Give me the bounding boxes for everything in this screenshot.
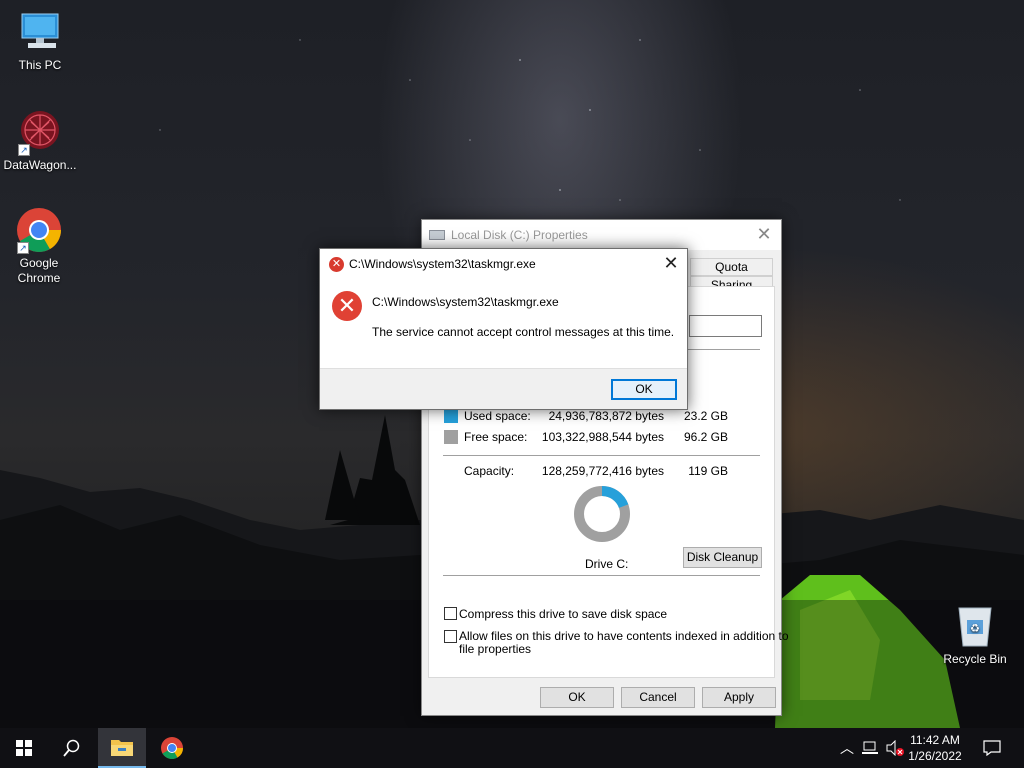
properties-title-bar[interactable]: Local Disk (C:) Properties ✕ — [422, 220, 781, 250]
apply-button[interactable]: Apply — [702, 687, 776, 708]
this-pc-icon — [16, 8, 64, 56]
search-icon — [63, 739, 80, 757]
divider — [443, 455, 760, 456]
error-dialog: ✕ C:\Windows\system32\taskmgr.exe ✕ ✕ C:… — [319, 248, 688, 410]
datawagon-icon: ↗ — [16, 108, 64, 156]
divider — [443, 575, 760, 576]
desktop-icon-this-pc[interactable]: This PC — [0, 8, 80, 73]
free-space-size: 96.2 GB — [683, 430, 728, 444]
notifications-button[interactable] — [976, 728, 1008, 768]
used-space-swatch — [444, 409, 458, 423]
desktop-icon-label: Google Chrome — [17, 256, 61, 285]
error-path: C:\Windows\system32\taskmgr.exe — [372, 295, 559, 309]
drive-label: Drive C: — [585, 557, 629, 571]
disk-usage-donut — [574, 486, 630, 542]
desktop-icon-label: This PC — [18, 58, 62, 72]
network-icon[interactable] — [860, 728, 882, 768]
ok-button[interactable]: OK — [540, 687, 614, 708]
show-hidden-icons-button[interactable]: ︿ — [836, 728, 858, 768]
desktop-icon-recycle-bin[interactable]: ♻ Recycle Bin — [935, 602, 1015, 667]
shortcut-arrow-icon: ↗ — [18, 144, 30, 156]
free-space-bytes: 103,322,988,544 bytes — [541, 430, 664, 444]
used-space-bytes: 24,936,783,872 bytes — [548, 409, 664, 423]
volume-label-input[interactable] — [689, 315, 762, 337]
folder-icon — [111, 740, 133, 756]
free-space-label: Free space: — [464, 430, 528, 444]
recycle-bin-icon: ♻ — [951, 602, 999, 650]
shortcut-arrow-icon: ↗ — [17, 242, 29, 254]
chrome-icon — [161, 737, 183, 759]
notification-icon — [983, 740, 1001, 756]
chrome-icon: ↗ — [15, 206, 63, 254]
index-label-line2: file properties — [459, 642, 532, 656]
error-ok-button[interactable]: OK — [611, 379, 677, 400]
clock-date: 1/26/2022 — [908, 749, 962, 763]
desktop-icon-google-chrome[interactable]: ↗ Google Chrome — [0, 206, 79, 286]
start-button[interactable] — [0, 728, 48, 768]
used-space-label: Used space: — [464, 409, 531, 423]
clock-time: 11:42 AM — [910, 733, 960, 747]
desktop-icon-datawagon[interactable]: ↗ DataWagon... — [0, 108, 80, 173]
used-space-size: 23.2 GB — [683, 409, 728, 423]
cancel-button[interactable]: Cancel — [621, 687, 695, 708]
index-checkbox[interactable] — [444, 630, 457, 643]
properties-title: Local Disk (C:) Properties — [451, 228, 588, 242]
error-message: The service cannot accept control messag… — [372, 325, 675, 339]
volume-muted-icon[interactable] — [884, 728, 906, 768]
disk-cleanup-button[interactable]: Disk Cleanup — [683, 547, 762, 568]
file-explorer-taskbar-button[interactable] — [98, 728, 146, 768]
compress-label: Compress this drive to save disk space — [459, 607, 668, 621]
error-dialog-close-button[interactable]: ✕ — [655, 249, 687, 279]
compress-checkbox[interactable] — [444, 607, 457, 620]
taskbar: ︿ 11:42 AM 1/26/2022 — [0, 728, 1024, 768]
drive-icon — [429, 230, 445, 240]
index-label-line1: Allow files on this drive to have conten… — [459, 629, 789, 643]
chrome-taskbar-button[interactable] — [148, 728, 196, 768]
error-dialog-title: C:\Windows\system32\taskmgr.exe — [349, 257, 536, 271]
capacity-bytes: 128,259,772,416 bytes — [541, 464, 664, 478]
error-dialog-footer: OK — [320, 368, 687, 409]
tab-quota[interactable]: Quota — [690, 258, 773, 276]
capacity-size: 119 GB — [688, 464, 728, 478]
error-icon: ✕ — [332, 291, 362, 321]
properties-close-button[interactable]: ✕ — [747, 220, 781, 250]
desktop-icon-label: DataWagon... — [3, 158, 77, 172]
desktop-icon-label: Recycle Bin — [943, 652, 1007, 666]
capacity-label: Capacity: — [464, 464, 515, 478]
svg-text:♻: ♻ — [970, 622, 980, 635]
error-dialog-title-bar[interactable]: ✕ C:\Windows\system32\taskmgr.exe ✕ — [320, 249, 687, 279]
free-space-swatch — [444, 430, 458, 444]
windows-logo-icon — [16, 740, 32, 756]
taskbar-clock[interactable]: 11:42 AM 1/26/2022 — [904, 732, 966, 764]
search-button[interactable] — [48, 728, 96, 768]
error-icon: ✕ — [329, 257, 344, 272]
